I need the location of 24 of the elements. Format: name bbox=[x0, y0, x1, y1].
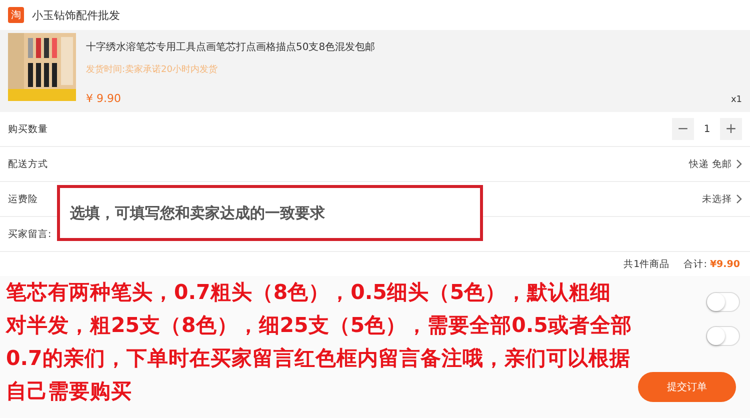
message-field[interactable]: 选填，可填写您和卖家达成的一致要求 bbox=[57, 185, 483, 241]
product-title: 十字绣水溶笔芯专用工具点画笔芯打点画格描点50支8色混发包邮 bbox=[86, 40, 376, 54]
decrease-button[interactable]: − bbox=[672, 118, 694, 140]
total-price: ¥9.90 bbox=[710, 258, 740, 270]
increase-button[interactable]: + bbox=[720, 118, 742, 140]
quantity-label: 购买数量 bbox=[8, 122, 48, 136]
row-label: 配送方式 bbox=[8, 158, 48, 170]
toggle-switch[interactable] bbox=[706, 326, 740, 346]
row-label: 运费险 bbox=[8, 192, 38, 206]
shipping-time: 发货时间:卖家承诺20小时内发货 bbox=[86, 64, 218, 76]
item-count: x1 bbox=[730, 95, 742, 105]
toggle-switch[interactable] bbox=[706, 292, 740, 312]
item-total: 共1件商品 bbox=[624, 258, 670, 270]
row-value[interactable]: 快递 免邮 bbox=[688, 158, 732, 170]
product-price: ¥ 9.90 bbox=[86, 92, 121, 105]
message-label: 买家留言: bbox=[8, 228, 52, 240]
total-label: 合计: bbox=[684, 258, 707, 270]
chevron-right-icon bbox=[736, 194, 742, 204]
quantity-value: 1 bbox=[702, 124, 712, 134]
annotation-text: 笔芯有两种笔头，0.7粗头（8色），0.5细头（5色），默认粗细对半发，粗25支（8色），细25支（5色），需要全部0.5或者全部0.7的亲们，下单时在买家留言红色框内留言备注哦，亲们可以根据自己需要购买 bbox=[6, 279, 632, 405]
shop-logo: 淘 bbox=[8, 7, 24, 23]
chevron-right-icon bbox=[736, 159, 742, 169]
row-value[interactable]: 未选择 bbox=[702, 192, 732, 206]
shop-name[interactable]: 小玉钻饰配件批发 bbox=[32, 8, 120, 22]
